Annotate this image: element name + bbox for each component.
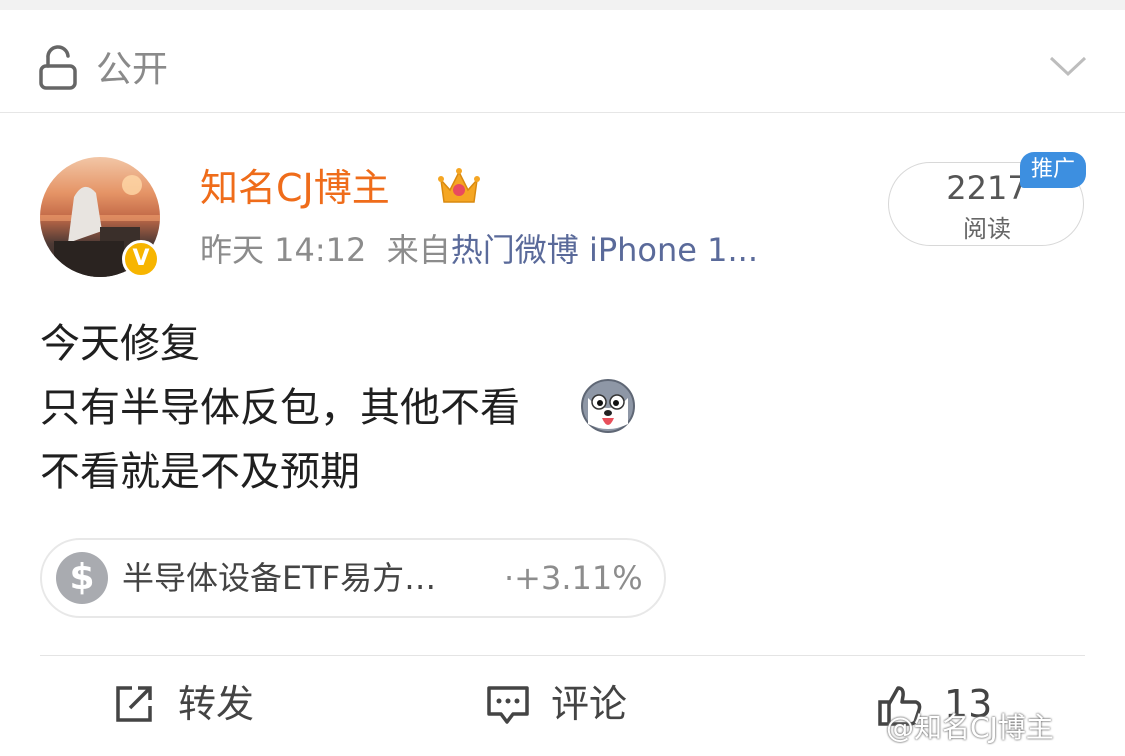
stock-card[interactable]: $ 半导体设备ETF易方… ·+3.11% (40, 538, 666, 618)
promo-tag[interactable]: 推广 (1020, 152, 1086, 188)
stock-name: 半导体设备ETF易方… (122, 559, 437, 597)
post-time: 昨天 14:12 (200, 231, 367, 269)
husky-emoji-icon (581, 379, 635, 433)
divider (40, 655, 1085, 656)
reads-label: 阅读 (963, 215, 1011, 243)
comment-icon (487, 686, 529, 724)
top-strip (0, 0, 1125, 10)
comment-label: 评论 (551, 682, 628, 726)
post-text: 今天修复 只有半导体反包，其他不看 不看就是不及预期 (40, 312, 520, 504)
source-prefix: 来自 (386, 231, 451, 269)
dollar-icon: $ (56, 552, 108, 604)
repost-button[interactable]: 转发 (112, 676, 312, 732)
comment-button[interactable]: 评论 (485, 676, 685, 732)
visibility-bar[interactable]: 公开 (0, 10, 1125, 113)
verified-badge: V (122, 240, 160, 278)
post-meta: 昨天 14:12 来自热门微博 iPhone 1... (200, 230, 758, 270)
post-line: 不看就是不及预期 (40, 449, 360, 495)
repost-label: 转发 (178, 682, 255, 726)
post-line: 只有半导体反包，其他不看 (40, 385, 520, 431)
visibility-label: 公开 (96, 49, 169, 90)
chevron-down-icon[interactable] (1048, 54, 1088, 78)
crown-icon (438, 168, 480, 203)
username[interactable]: 知名CJ博主 (200, 165, 390, 211)
post-source[interactable]: 热门微博 iPhone 1... (451, 231, 758, 269)
repost-icon (116, 686, 152, 722)
stock-change: ·+3.11% (504, 559, 643, 597)
watermark: @知名CJ博主 (886, 711, 1054, 744)
post-line: 今天修复 (40, 321, 200, 367)
lock-open-icon (39, 45, 77, 90)
